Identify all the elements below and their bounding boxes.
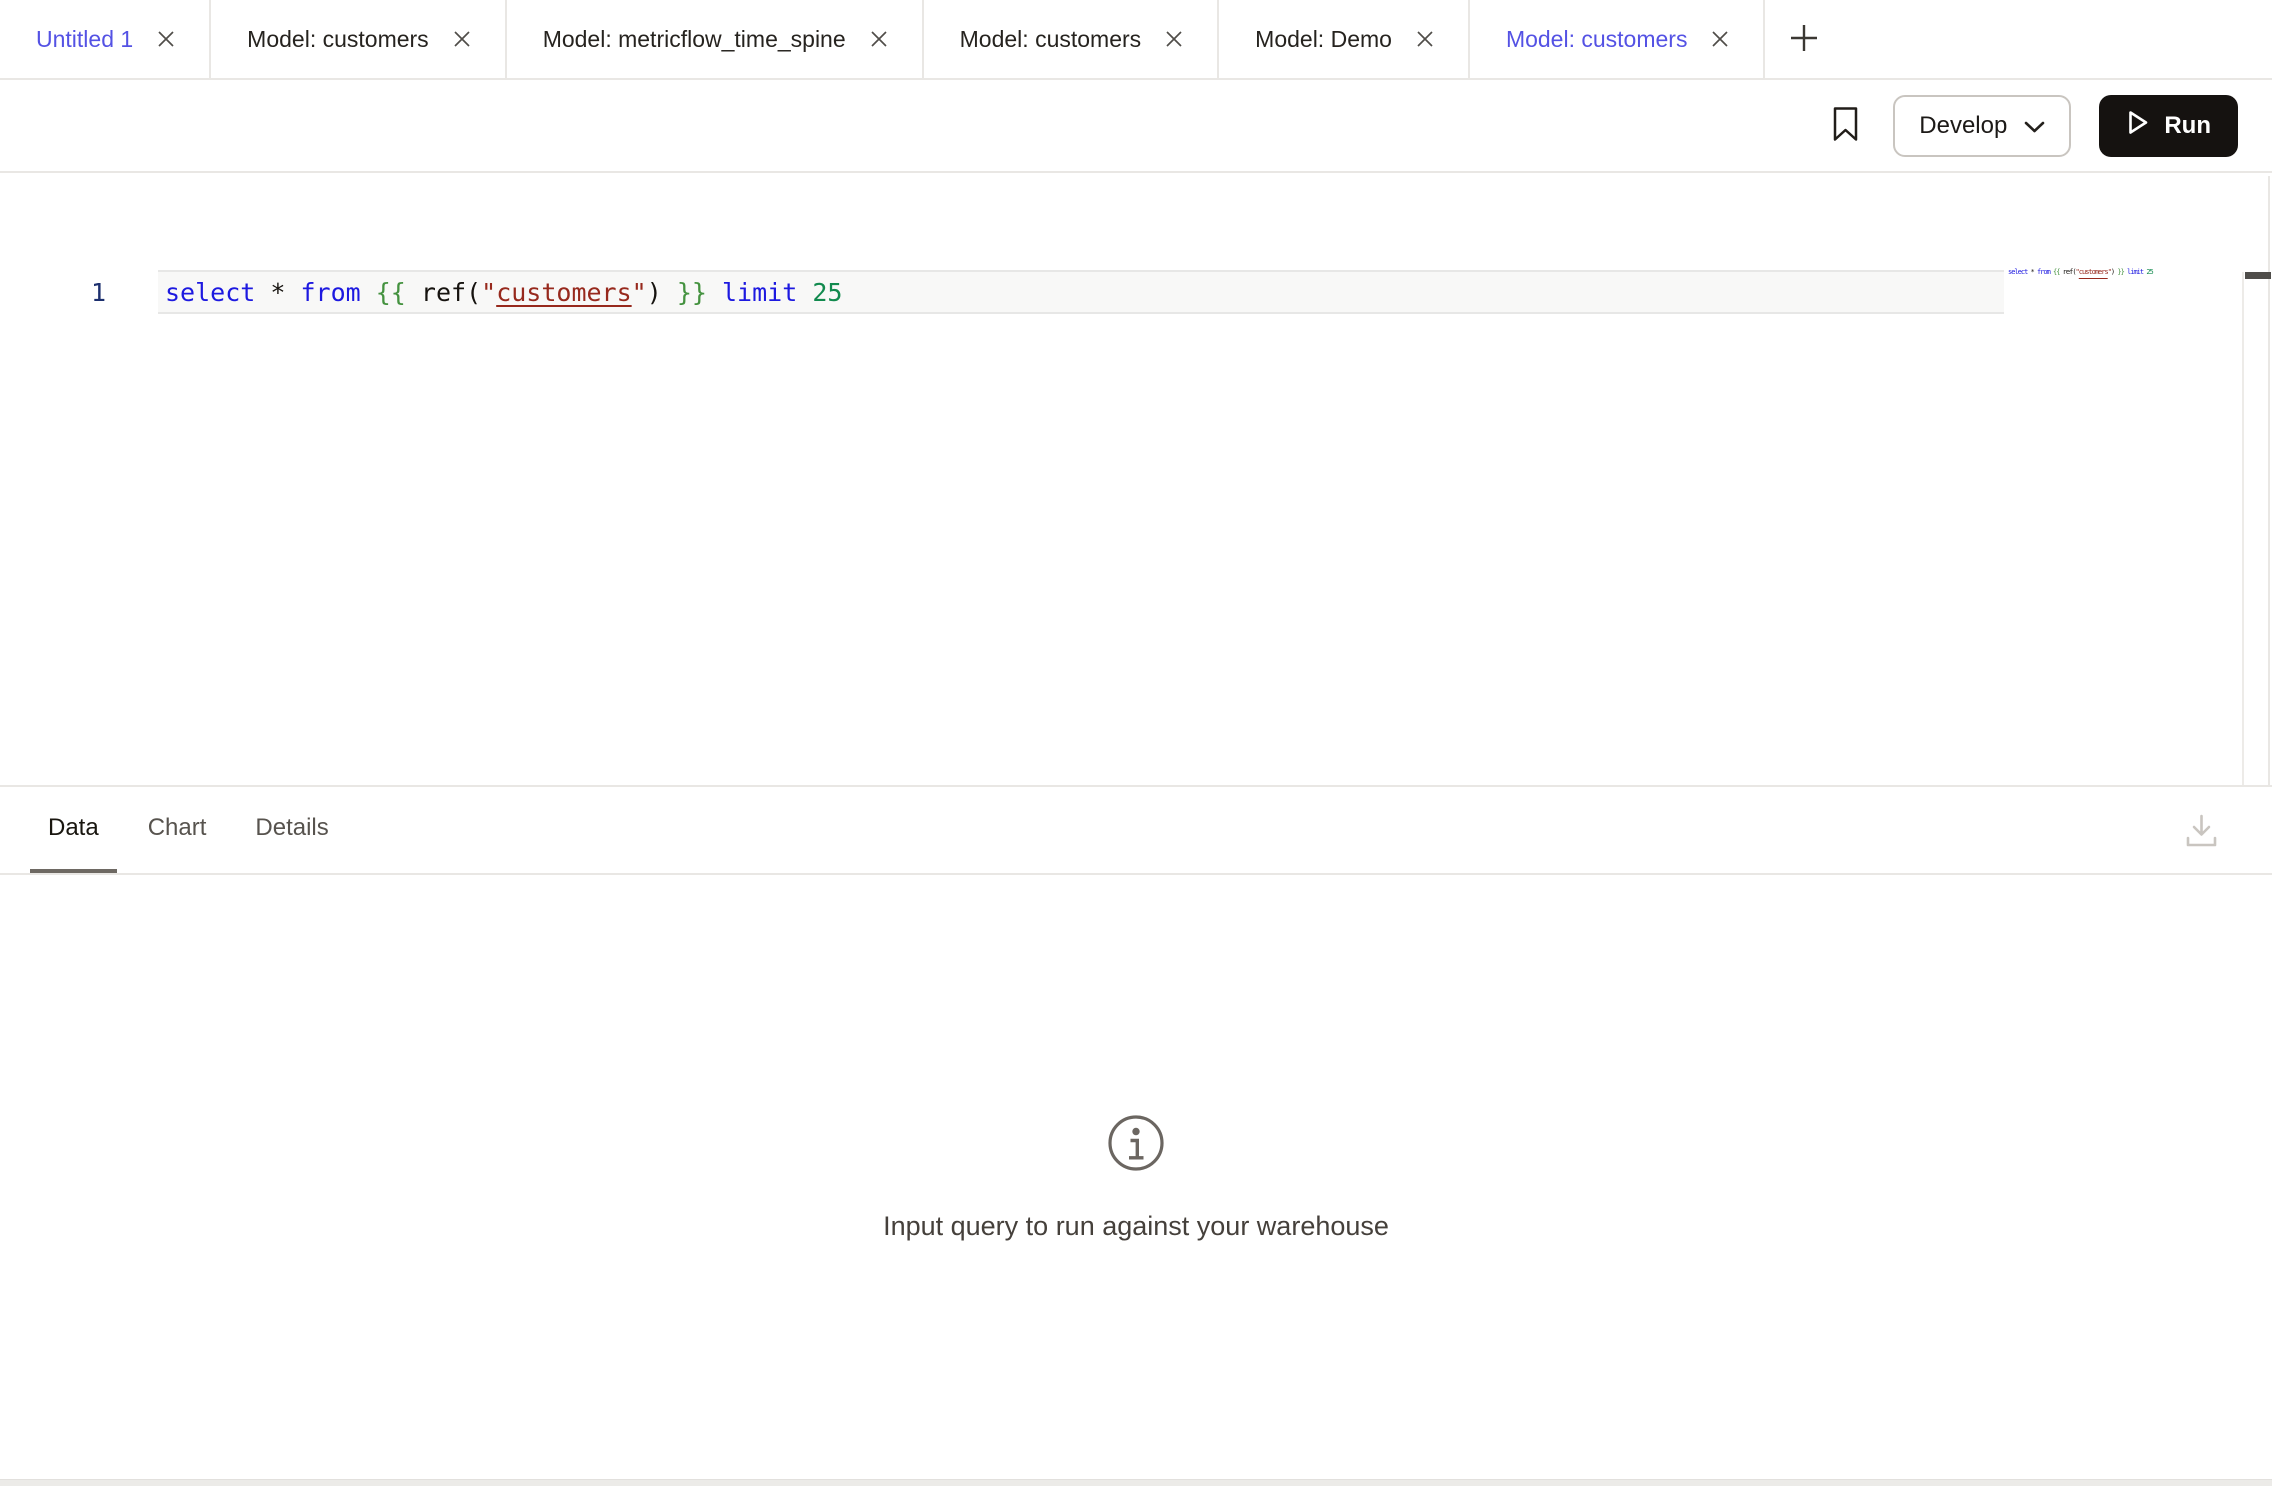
editor-tab[interactable]: Model: customers: [1470, 0, 1766, 78]
run-button[interactable]: Run: [2099, 95, 2238, 157]
tab-label: Model: customers: [960, 26, 1142, 53]
code-token: }}: [677, 278, 707, 307]
develop-button[interactable]: Develop: [1893, 95, 2071, 157]
tab-label: Model: customers: [247, 26, 429, 53]
tab-label: Untitled 1: [36, 26, 133, 53]
editor-scrollbar[interactable]: [2242, 272, 2268, 785]
empty-state-message: Input query to run against your warehous…: [883, 1211, 1389, 1242]
results-tab[interactable]: Details: [237, 787, 346, 873]
close-icon[interactable]: [153, 26, 179, 52]
code-token: ": [632, 278, 647, 307]
run-button-label: Run: [2164, 112, 2211, 140]
results-tab-bar: Data Chart Details: [0, 787, 2272, 875]
toolbar: Develop Run: [0, 80, 2272, 173]
minimap-token: 25: [2146, 268, 2152, 276]
chevron-down-icon: [2024, 112, 2045, 140]
new-tab-button[interactable]: [1765, 0, 1843, 78]
dbt-ide-app: Untitled 1 Model: customers Model: metri…: [0, 0, 2272, 1486]
code-token: {{: [376, 278, 406, 307]
code-token: [707, 278, 722, 307]
code-line[interactable]: select * from {{ ref("customers") }} lim…: [158, 278, 842, 307]
plus-icon: [1788, 22, 1820, 57]
results-panel: Data Chart Details: [0, 785, 2272, 1479]
minimap-token: *: [2027, 268, 2037, 276]
download-button[interactable]: [2183, 811, 2220, 853]
results-tab[interactable]: Data: [30, 787, 117, 873]
empty-state: Input query to run against your warehous…: [0, 875, 2272, 1479]
develop-button-label: Develop: [1919, 112, 2007, 140]
close-icon[interactable]: [1707, 26, 1733, 52]
sql-editor[interactable]: 1 select * from {{ ref("customers") }} l…: [0, 175, 2272, 785]
pane-edge-divider: [2268, 176, 2270, 785]
tab-label: Model: metricflow_time_spine: [543, 26, 846, 53]
code-token: customers: [496, 278, 631, 307]
minimap-token: from: [2037, 268, 2050, 276]
footer-bar: [0, 1479, 2272, 1486]
code-token: from: [300, 278, 360, 307]
code-token: ref(: [406, 278, 481, 307]
editor-tab[interactable]: Model: Demo: [1219, 0, 1470, 78]
results-tab[interactable]: Chart: [130, 787, 225, 873]
play-icon: [2126, 109, 2150, 143]
scrollbar-thumb[interactable]: [2245, 272, 2271, 279]
line-number: 1: [0, 272, 106, 312]
code-token: *: [255, 278, 300, 307]
code-token: [797, 278, 812, 307]
active-code-line[interactable]: select * from {{ ref("customers") }} lim…: [158, 270, 2004, 314]
bookmark-icon: [1832, 106, 1859, 146]
editor-tab[interactable]: Untitled 1: [0, 0, 211, 78]
code-token: 25: [812, 278, 842, 307]
close-icon[interactable]: [866, 26, 892, 52]
minimap-token: limit: [2127, 268, 2143, 276]
code-token: [361, 278, 376, 307]
code-token: limit: [722, 278, 797, 307]
editor-tab[interactable]: Model: metricflow_time_spine: [507, 0, 924, 78]
editor-tab-bar: Untitled 1 Model: customers Model: metri…: [0, 0, 2272, 80]
download-icon: [2183, 838, 2220, 853]
minimap-token: select: [2008, 268, 2027, 276]
code-token: ": [481, 278, 496, 307]
close-icon[interactable]: [1412, 26, 1438, 52]
close-icon[interactable]: [1161, 26, 1187, 52]
minimap-token: customers: [2079, 268, 2108, 276]
minimap-token: ref(: [2059, 268, 2075, 276]
editor-tab[interactable]: Model: customers: [211, 0, 507, 78]
minimap[interactable]: select * from {{ ref("customers") }} lim…: [2008, 267, 2153, 277]
code-token: ): [647, 278, 677, 307]
editor-tab[interactable]: Model: customers: [924, 0, 1220, 78]
tab-label: Model: customers: [1506, 26, 1688, 53]
tab-label: Model: Demo: [1255, 26, 1392, 53]
code-token: select: [165, 278, 255, 307]
close-icon[interactable]: [449, 26, 475, 52]
bookmark-button[interactable]: [1825, 102, 1865, 150]
info-icon: [1106, 1113, 1166, 1173]
